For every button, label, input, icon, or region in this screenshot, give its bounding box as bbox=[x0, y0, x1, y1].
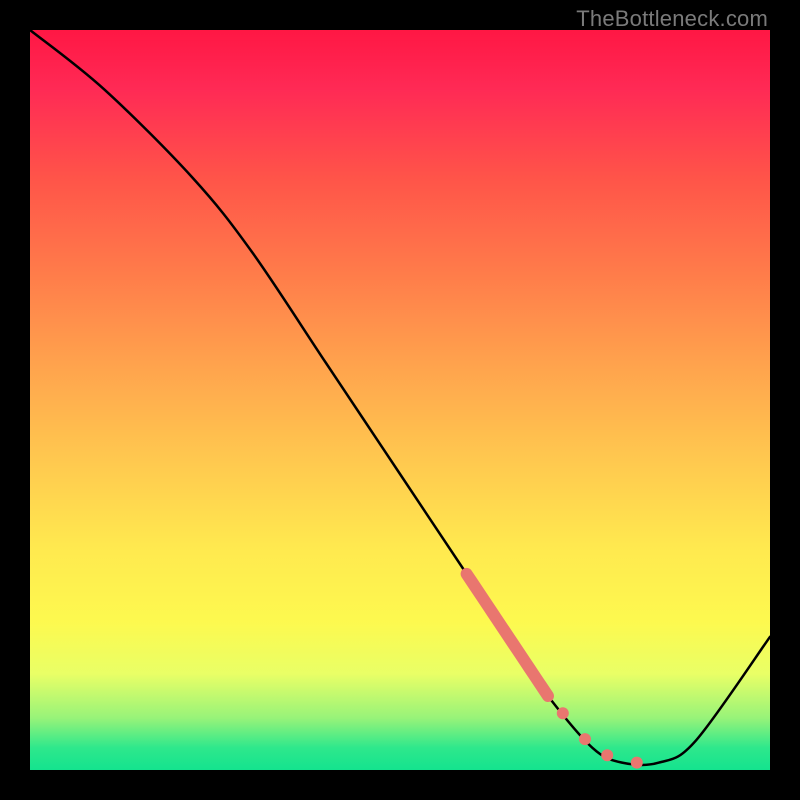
watermark-text: TheBottleneck.com bbox=[576, 6, 768, 32]
highlight-dots-group bbox=[557, 707, 643, 768]
bottleneck-curve-line bbox=[30, 30, 770, 765]
highlight-dot bbox=[631, 757, 643, 769]
highlight-dot bbox=[601, 749, 613, 761]
highlight-segment bbox=[467, 574, 548, 696]
highlight-dot bbox=[579, 733, 591, 745]
bottleneck-chart bbox=[30, 30, 770, 770]
highlight-dot bbox=[557, 707, 569, 719]
